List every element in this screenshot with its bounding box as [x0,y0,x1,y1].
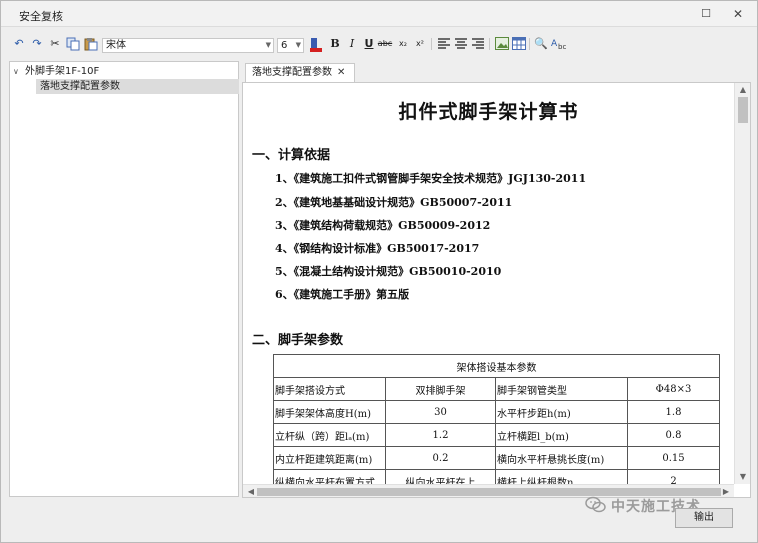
vertical-scrollbar[interactable]: ▲ ▼ [734,83,750,484]
redo-icon[interactable]: ↷ [29,37,45,51]
close-button[interactable]: ✕ [727,5,749,23]
table-cell: 脚手架架体高度H(m) [273,400,386,424]
table-cell: 1.2 [385,423,496,447]
tab-support-config[interactable]: 落地支撑配置参数 ✕ [245,63,355,82]
table-row: 纵横向水平杆布置方式 纵向水平杆在上 横杆上纵杆根数n 2 [273,469,720,484]
title-bar: 安全复核 ☐ ✕ [1,1,757,27]
document-page: 扣件式脚手架计算书 一、计算依据 1、《建筑施工扣件式钢管脚手架安全技术规范》J… [243,83,734,484]
table-cell: 纵横向水平杆布置方式 [273,469,386,484]
table-row: 内立杆距建筑距离(m) 0.2 横向水平杆悬挑长度(m) 0.15 [273,446,720,470]
toolbar-divider [529,38,530,50]
table-cell: 横向水平杆悬挑长度(m) [495,446,628,470]
table-row: 立杆纵（跨）距lₐ(m) 1.2 立杆横距l_b(m) 0.8 [273,423,720,447]
font-name-value: 宋体 [106,40,126,51]
table-cell: 脚手架钢管类型 [495,377,628,401]
replace-icon[interactable]: Abc [550,37,566,51]
table-cell: 脚手架搭设方式 [273,377,386,401]
toolbar-divider [489,38,490,50]
font-size-value: 6 [281,40,288,51]
tree-node-support-config[interactable]: 落地支撑配置参数 [36,79,239,94]
superscript-icon[interactable]: x² [412,37,428,51]
scroll-up-icon[interactable]: ▲ [735,85,750,94]
tab-close-icon[interactable]: ✕ [337,64,345,82]
table-cell: 30 [385,400,496,424]
maximize-button[interactable]: ☐ [695,5,717,23]
toolbar-divider [431,38,432,50]
tree-panel: ∨ 外脚手架1F-10F 落地支撑配置参数 [9,61,239,497]
table-cell: 纵向水平杆在上 [385,469,496,484]
copy-icon[interactable] [65,37,81,51]
table-row: 脚手架架体高度H(m) 30 水平杆步距h(m) 1.8 [273,400,720,424]
table-header-row: 架体搭设基本参数 [273,354,720,378]
table-cell: 横杆上纵杆根数n [495,469,628,484]
paste-icon[interactable] [83,37,99,51]
font-size-select[interactable]: 6 ▼ [277,38,304,53]
output-button[interactable]: 输出 [675,508,733,528]
table-cell: 2 [627,469,720,484]
table-header-cell: 架体搭设基本参数 [273,354,720,378]
table-cell: 0.2 [385,446,496,470]
reference-item: 4、《钢结构设计标准》GB50017-2017 [275,242,480,255]
table-cell: 双排脚手架 [385,377,496,401]
tree-node-root[interactable]: ∨ 外脚手架1F-10F [13,64,99,79]
strikethrough-icon[interactable]: abc [377,37,393,51]
table-cell: 0.8 [627,423,720,447]
chevron-down-icon: ▼ [295,41,301,49]
table-row: 脚手架搭设方式 双排脚手架 脚手架钢管类型 Φ48×3 [273,377,720,401]
cut-icon[interactable]: ✂ [47,37,63,51]
italic-icon[interactable]: I [344,37,360,51]
underline-icon[interactable]: U [361,37,377,51]
window-title: 安全复核 [19,10,63,23]
table-cell: Φ48×3 [627,377,720,401]
reference-item: 3、《建筑结构荷载规范》GB50009-2012 [275,219,491,232]
safety-review-window: 安全复核 ☐ ✕ ↶ ↷ ✂ 宋体 ▼ 6 ▼ B I U abc x₂ x² [0,0,758,543]
subscript-icon[interactable]: x₂ [395,37,411,51]
align-center-icon[interactable] [453,37,469,51]
insert-table-icon[interactable] [511,37,527,51]
scaffold-parameter-table: 架体搭设基本参数 脚手架搭设方式 双排脚手架 脚手架钢管类型 Φ48×3 脚手架… [273,354,720,484]
font-name-select[interactable]: 宋体 ▼ [102,38,274,53]
reference-item: 2、《建筑地基基础设计规范》GB50007-2011 [275,196,513,209]
table-cell: 内立杆距建筑距离(m) [273,446,386,470]
table-cell: 立杆纵（跨）距lₐ(m) [273,423,386,447]
svg-text:bc: bc [558,43,566,50]
align-right-icon[interactable] [470,37,486,51]
section-heading-parameters: 二、脚手架参数 [252,333,344,348]
reference-item: 6、《建筑施工手册》第五版 [275,288,410,301]
tab-label: 落地支撑配置参数 [252,67,332,78]
find-icon[interactable]: 🔍 [533,37,549,51]
table-cell: 0.15 [627,446,720,470]
document-viewer: 扣件式脚手架计算书 一、计算依据 1、《建筑施工扣件式钢管脚手架安全技术规范》J… [242,82,751,498]
scroll-down-icon[interactable]: ▼ [735,472,750,481]
chevron-down-icon[interactable]: ∨ [13,64,25,79]
svg-text:A: A [551,39,558,49]
reference-item: 1、《建筑施工扣件式钢管脚手架安全技术规范》JGJ130-2011 [275,172,587,185]
align-left-icon[interactable] [436,37,452,51]
font-color-icon[interactable] [310,38,322,52]
chevron-down-icon: ▼ [265,41,271,49]
tree-node-root-label: 外脚手架1F-10F [25,66,100,77]
table-cell: 水平杆步距h(m) [495,400,628,424]
undo-icon[interactable]: ↶ [11,37,27,51]
vertical-scroll-thumb[interactable] [738,97,748,123]
table-cell: 立杆横距l_b(m) [495,423,628,447]
document-title: 扣件式脚手架计算书 [398,101,579,123]
editor-toolbar: ↶ ↷ ✂ 宋体 ▼ 6 ▼ B I U abc x₂ x² 🔍 A bc [1,28,757,58]
wechat-logo-icon [585,496,607,514]
insert-image-icon[interactable] [494,37,510,51]
reference-item: 5、《混凝土结构设计规范》GB50010-2010 [275,265,502,278]
bold-icon[interactable]: B [327,37,343,51]
section-heading-basis: 一、计算依据 [252,148,331,163]
table-cell: 1.8 [627,400,720,424]
